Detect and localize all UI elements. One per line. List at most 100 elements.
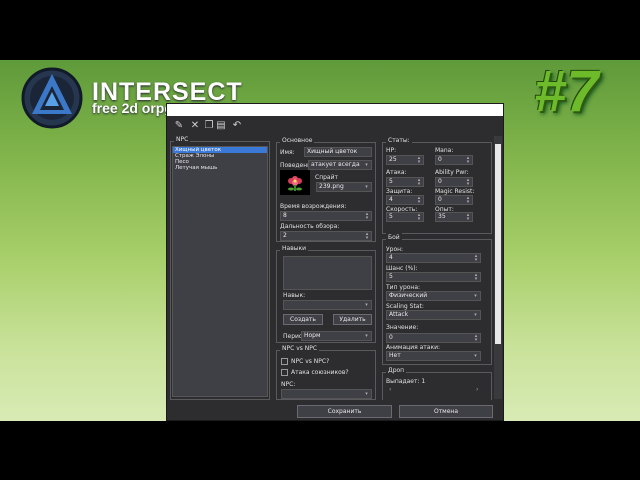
- npc-select-label: NPC:: [281, 381, 296, 388]
- spinner-icon[interactable]: ▴ ▾: [416, 156, 422, 164]
- skill-label: Навык:: [283, 292, 306, 299]
- ability-power-input[interactable]: 0 ▴ ▾: [435, 177, 473, 187]
- attack-animation-value: Нет: [389, 352, 401, 359]
- vertical-scrollbar[interactable]: [494, 136, 502, 399]
- save-button[interactable]: Сохранить: [297, 405, 392, 418]
- defense-input[interactable]: 4 ▴ ▾: [386, 195, 424, 205]
- spawn-input[interactable]: 8 ▴ ▾: [280, 211, 372, 221]
- scaling-amount-value: 0: [389, 334, 393, 341]
- behavior-value: атакует всегда: [311, 161, 360, 168]
- skills-list[interactable]: [283, 256, 372, 290]
- npc-editor-window: ✎ ✕ ❐ ▤ ↶ NPC Хищный цветок Страж Элоны …: [166, 103, 504, 421]
- chevron-down-icon: ▾: [365, 302, 368, 308]
- spinner-icon[interactable]: ▴ ▾: [473, 254, 479, 262]
- npc-list[interactable]: Хищный цветок Страж Элоны Пеcо Летучая м…: [172, 146, 268, 397]
- attack-value: 5: [389, 178, 393, 185]
- npc-select[interactable]: ▾: [281, 389, 372, 399]
- attack-animation-select[interactable]: Нет ▾: [386, 351, 481, 361]
- cancel-button[interactable]: Отмена: [399, 405, 493, 418]
- frequency-select[interactable]: Норм ▾: [301, 331, 372, 341]
- name-label: Имя:: [280, 149, 295, 156]
- attack-allies-checkbox[interactable]: [281, 369, 288, 376]
- ability-power-label: Ability Pwr:: [435, 169, 469, 176]
- magic-resist-value: 0: [438, 196, 442, 203]
- frequency-value: Норм: [304, 332, 321, 339]
- npc-vs-npc-checkbox[interactable]: [281, 358, 288, 365]
- paste-icon[interactable]: ▤: [215, 120, 227, 132]
- editor-toolbar: ✎ ✕ ❐ ▤ ↶: [167, 116, 503, 136]
- chevron-down-icon: ▾: [365, 162, 368, 168]
- spinner-icon[interactable]: ▴ ▾: [473, 334, 479, 342]
- spinner-icon[interactable]: ▴ ▾: [364, 212, 370, 220]
- npc-list-title: NPC: [174, 135, 191, 145]
- spinner-icon[interactable]: ▴ ▾: [465, 213, 471, 221]
- sprite-preview: [280, 170, 310, 195]
- speed-value: 5: [389, 213, 393, 220]
- crit-chance-input[interactable]: 5 ▴ ▾: [386, 272, 481, 282]
- delete-icon[interactable]: ✕: [189, 120, 201, 132]
- hp-value: 25: [389, 156, 397, 163]
- damage-type-select[interactable]: Физический ▾: [386, 291, 481, 301]
- copy-icon[interactable]: ❐: [203, 120, 215, 132]
- hp-label: HP:: [386, 147, 397, 154]
- sprite-select[interactable]: 239.png ▾: [316, 182, 372, 192]
- drops-prev-icon[interactable]: ‹: [389, 386, 391, 394]
- hp-input[interactable]: 25 ▴ ▾: [386, 155, 424, 165]
- sight-input[interactable]: 2 ▴ ▾: [280, 231, 372, 241]
- spinner-icon[interactable]: ▴ ▾: [416, 213, 422, 221]
- name-input[interactable]: Хищный цветок: [304, 147, 372, 157]
- spawn-label: Время возрождения:: [280, 203, 347, 210]
- damage-type-value: Физический: [389, 292, 428, 299]
- drops-title: Дроп: [386, 366, 407, 376]
- defense-value: 4: [389, 196, 393, 203]
- skill-select[interactable]: ▾: [283, 300, 372, 310]
- spinner-icon[interactable]: ▴ ▾: [416, 178, 422, 186]
- sprite-value: 239.png: [319, 183, 344, 190]
- attack-input[interactable]: 5 ▴ ▾: [386, 177, 424, 187]
- undo-icon[interactable]: ↶: [231, 120, 243, 132]
- window-titlebar[interactable]: [167, 104, 503, 116]
- spinner-icon[interactable]: ▴ ▾: [473, 273, 479, 281]
- stats-title: Статы:: [386, 136, 412, 146]
- new-icon[interactable]: ✎: [173, 120, 185, 132]
- general-title: Основное: [280, 136, 315, 146]
- letterbox-top: [0, 0, 640, 60]
- npc-vs-npc-title: NPC vs NPC: [280, 344, 320, 354]
- damage-input[interactable]: 4 ▴ ▾: [386, 253, 481, 263]
- magic-resist-input[interactable]: 0 ▴ ▾: [435, 195, 473, 205]
- scaling-stat-value: Attack: [389, 311, 409, 318]
- add-skill-button[interactable]: Создать: [283, 314, 323, 325]
- damage-value: 4: [389, 254, 393, 261]
- episode-number: #7: [534, 59, 599, 124]
- ability-power-value: 0: [438, 178, 442, 185]
- scrollbar-thumb[interactable]: [495, 144, 501, 344]
- chevron-down-icon: ▾: [474, 353, 477, 359]
- speed-input[interactable]: 5 ▴ ▾: [386, 212, 424, 222]
- skills-title: Навыки: [280, 244, 308, 254]
- exp-input[interactable]: 35 ▴ ▾: [435, 212, 473, 222]
- attack-allies-label: Атака союзников?: [291, 369, 349, 376]
- sight-label: Дальность обзора:: [280, 223, 340, 230]
- video-frame: INTERSECT free 2d orpg engine #7 ✎ ✕ ❐ ▤…: [0, 0, 640, 480]
- chevron-down-icon: ▾: [474, 312, 477, 318]
- drops-next-icon[interactable]: ›: [476, 386, 478, 394]
- intersect-logo-icon: [21, 67, 83, 129]
- letterbox-bottom: [0, 421, 640, 480]
- combat-title: Бой: [386, 233, 402, 243]
- sight-value: 2: [283, 232, 287, 239]
- behavior-select[interactable]: атакует всегда ▾: [308, 160, 372, 170]
- remove-skill-button[interactable]: Удалить: [333, 314, 372, 325]
- mana-input[interactable]: 0 ▴ ▾: [435, 155, 473, 165]
- spinner-icon[interactable]: ▴ ▾: [465, 178, 471, 186]
- sprite-label: Спрайт: [315, 174, 338, 181]
- spinner-icon[interactable]: ▴ ▾: [465, 156, 471, 164]
- spinner-icon[interactable]: ▴ ▾: [416, 196, 422, 204]
- attack-label: Атака:: [386, 169, 407, 176]
- npc-list-item-3[interactable]: Летучая мышь: [173, 165, 267, 171]
- chevron-down-icon: ▾: [365, 184, 368, 190]
- spinner-icon[interactable]: ▴ ▾: [364, 232, 370, 240]
- scaling-amount-input[interactable]: 0 ▴ ▾: [386, 333, 481, 343]
- exp-value: 35: [438, 213, 446, 220]
- spinner-icon[interactable]: ▴ ▾: [465, 196, 471, 204]
- scaling-stat-select[interactable]: Attack ▾: [386, 310, 481, 320]
